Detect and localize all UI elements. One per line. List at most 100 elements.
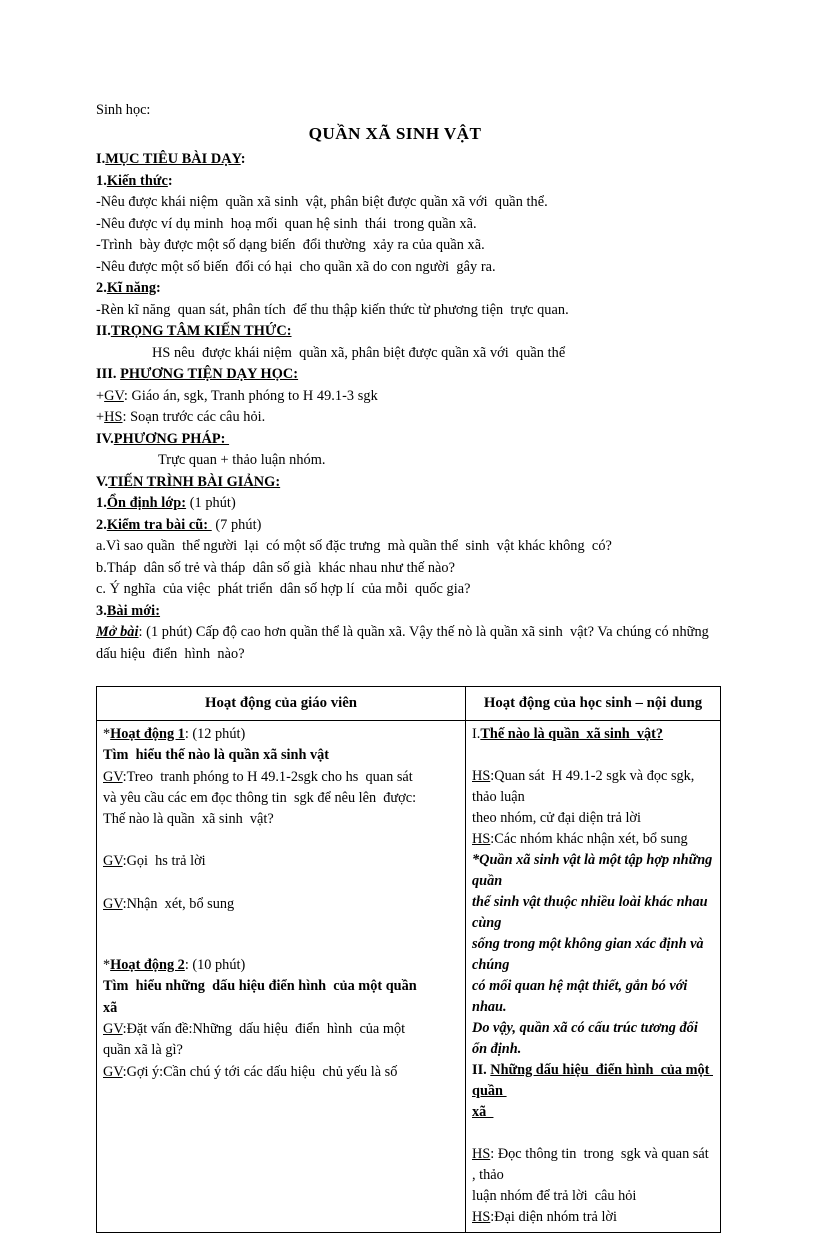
means-item-hs: +HS: Soạn trước các câu hỏi. [96,407,724,429]
section-heading-method: IV.PHƯƠNG PHÁP: [96,429,724,451]
means-item-gv: +GV: Giáo án, sgk, Tranh phóng to H 49.1… [96,386,724,408]
knowledge-item: -Trình bày được một số dạng biến đổi thư… [96,237,485,253]
gv-abbr: GV [103,895,123,912]
means-gv-abbr: GV [104,387,124,404]
skills-number: 2. [96,280,107,296]
means-gv-text: : Giáo án, sgk, Tranh phóng to H 49.1-3 … [123,387,378,404]
table-row: *Hoạt động 1: (12 phút) Tìm hiểu thế nào… [96,720,721,1233]
intro-paragraph: Mở bài: (1 phút) Cấp độ cao hơn quần thể… [96,622,724,665]
activity-table: Hoạt động của giáo viên Hoạt động của họ… [96,686,721,1233]
definition-line: có mối quan hệ mật thiết, gắn bó với nha… [472,978,688,1015]
gv-text: :Gọi hs trả lời [122,853,206,870]
review-question: a.Vì sao quần thể người lại có một số đặ… [96,538,612,554]
activity1-step: GV:Treo tranh phóng to H 49.1-2sgk cho h… [103,767,460,788]
document-page: Sinh học: QUẦN XÃ SINH VẬT I.MỤC TIÊU BÀ… [0,0,816,1233]
gv-abbr: GV [103,853,123,870]
definition-line: sống trong một không gian xác định và ch… [472,936,704,973]
activity1-time: : (12 phút) [184,726,246,742]
hs-text: :Quan sát H 49.1-2 sgk và đọc sgk, thảo … [472,768,698,805]
definition-line: *Quần xã sinh vật là một tập hợp những q… [472,852,713,889]
activity2-title: *Hoạt động 2: (10 phút) [103,955,460,976]
activity2-subtitle-cont: xã [103,999,118,1016]
means-hs-abbr: HS [104,409,123,425]
activity1-step: Thế nào là quần xã sinh vật? [103,811,274,828]
knowledge-item: -Nêu được ví dụ minh hoạ mối quan hệ sin… [96,215,477,232]
activity1-step: và yêu cầu các em đọc thông tin sgk để n… [103,789,417,806]
hs-abbr: HS [472,1146,491,1162]
student-heading-1: I.Thế nào là quần xã sinh vật? [472,724,715,745]
intro-label: Mở bài [96,624,139,640]
focus-body: HS nêu được khái niệm quần xã, phân biệt… [152,344,566,361]
review-question: b.Tháp dân số trẻ và tháp dân số già khá… [96,559,456,576]
gv-text: :Treo tranh phóng to H 49.1-2sgk cho hs … [122,768,413,785]
student-step: luận nhóm để trả lời câu hỏi [472,1188,637,1204]
definition-line: Do vậy, quần xã có cấu trúc tương đối ổn… [472,1020,698,1057]
objectives-colon: : [240,151,246,167]
gv-text: :Đặt vấn đề:Những dấu hiệu điển hình của… [122,1020,406,1037]
procedure-number: V. [96,473,109,490]
skills-item: -Rèn kĩ năng quan sát, phân tích để thu … [96,301,569,318]
procedure-step-2: 2.Kiểm tra bài cũ: (7 phút) [96,515,724,537]
procedure-heading: TIẾN TRÌNH BÀI GIẢNG: [108,473,281,490]
focus-number: II. [96,323,111,339]
activity2-time: : (10 phút) [184,957,246,974]
hs-abbr: HS [472,768,491,784]
step1-number: 1. [96,495,107,511]
section-heading-means: III. PHƯƠNG TIỆN DẠY HỌC: [96,364,724,386]
heading2-cont-text: xã [472,1104,494,1120]
subject-label: Sinh học: [96,102,151,118]
student-activity-cell: I.Thế nào là quần xã sinh vật? HS:Quan s… [465,720,721,1233]
table-header-row: Hoạt động của giáo viên Hoạt động của họ… [96,686,721,721]
activity1-title: *Hoạt động 1: (12 phút) [103,724,460,745]
subheading-skills: 2.Kĩ năng: [96,278,724,300]
hs-text: :Đại diện nhóm trả lời [490,1209,617,1225]
activity1-step: GV:Nhận xét, bổ sung [103,894,460,915]
knowledge-number: 1. [96,172,107,189]
means-hs-prefix: + [96,409,105,425]
skills-colon: : [156,280,161,296]
knowledge-item: -Nêu được khái niệm quần xã sinh vật, ph… [96,194,548,210]
hs-text: : Đọc thông tin trong sgk và quan sát , … [472,1146,713,1183]
method-number: IV. [96,430,114,447]
definition-line: thể sinh vật thuộc nhiều loài khác nhau … [472,894,708,931]
student-step: HS:Quan sát H 49.1-2 sgk và đọc sgk, thả… [472,766,715,808]
student-step: theo nhóm, cử đại diện trả lời [472,810,641,826]
student-heading-2-cont: xã [472,1102,715,1123]
activity2-label: Hoạt động 2 [110,957,185,974]
page-title: QUẦN XÃ SINH VẬT [308,124,482,143]
gv-abbr: GV [103,768,123,785]
activity2-step: quần xã là gì? [103,1042,183,1059]
gv-abbr: GV [103,1020,123,1037]
step2-number: 2. [96,516,107,533]
hs-abbr: HS [472,831,491,847]
section-heading-focus: II.TRỌNG TÂM KIẾN THỨC: [96,321,724,343]
procedure-step-1: 1.Ổn định lớp: (1 phút) [96,493,724,515]
means-gv-prefix: + [96,387,105,404]
student-step: HS:Đại diện nhóm trả lời [472,1207,715,1228]
gv-text: :Gợi ý:Cần chú ý tới các dấu hiệu chủ yế… [122,1063,398,1080]
knowledge-heading: Kiến thức [106,172,168,189]
student-step: HS:Các nhóm khác nhận xét, bổ sung [472,829,715,850]
method-body: Trực quan + thảo luận nhóm. [158,452,326,468]
knowledge-item: -Nêu được một số biến đổi có hại cho quầ… [96,258,496,275]
column-header-teacher: Hoạt động của giáo viên [96,686,466,721]
column-header-student: Hoạt động của học sinh – nội dung [465,686,721,721]
means-hs-text: : Soạn trước các câu hỏi. [122,409,266,425]
student-step: HS: Đọc thông tin trong sgk và quan sát … [472,1144,715,1186]
objectives-number: I. [96,151,106,167]
activity1-subtitle: Tìm hiểu thế nào là quần xã sinh vật [103,747,330,764]
step3-heading: Bài mới: [106,602,161,619]
hs-text: :Các nhóm khác nhận xét, bổ sung [490,831,688,847]
procedure-step-3: 3.Bài mới: [96,601,724,623]
activity2-subtitle: Tìm hiểu những dấu hiệu điển hình của mộ… [103,978,417,995]
activity1-label: Hoạt động 1 [110,726,185,742]
student-heading-2: II. Những dấu hiệu điển hình của một quầ… [472,1060,715,1102]
activity2-step: GV:Gợi ý:Cần chú ý tới các dấu hiệu chủ … [103,1062,460,1083]
step2-heading: Kiểm tra bài cũ: [106,516,212,533]
objectives-heading: MỤC TIÊU BÀI DẠY [105,151,241,167]
